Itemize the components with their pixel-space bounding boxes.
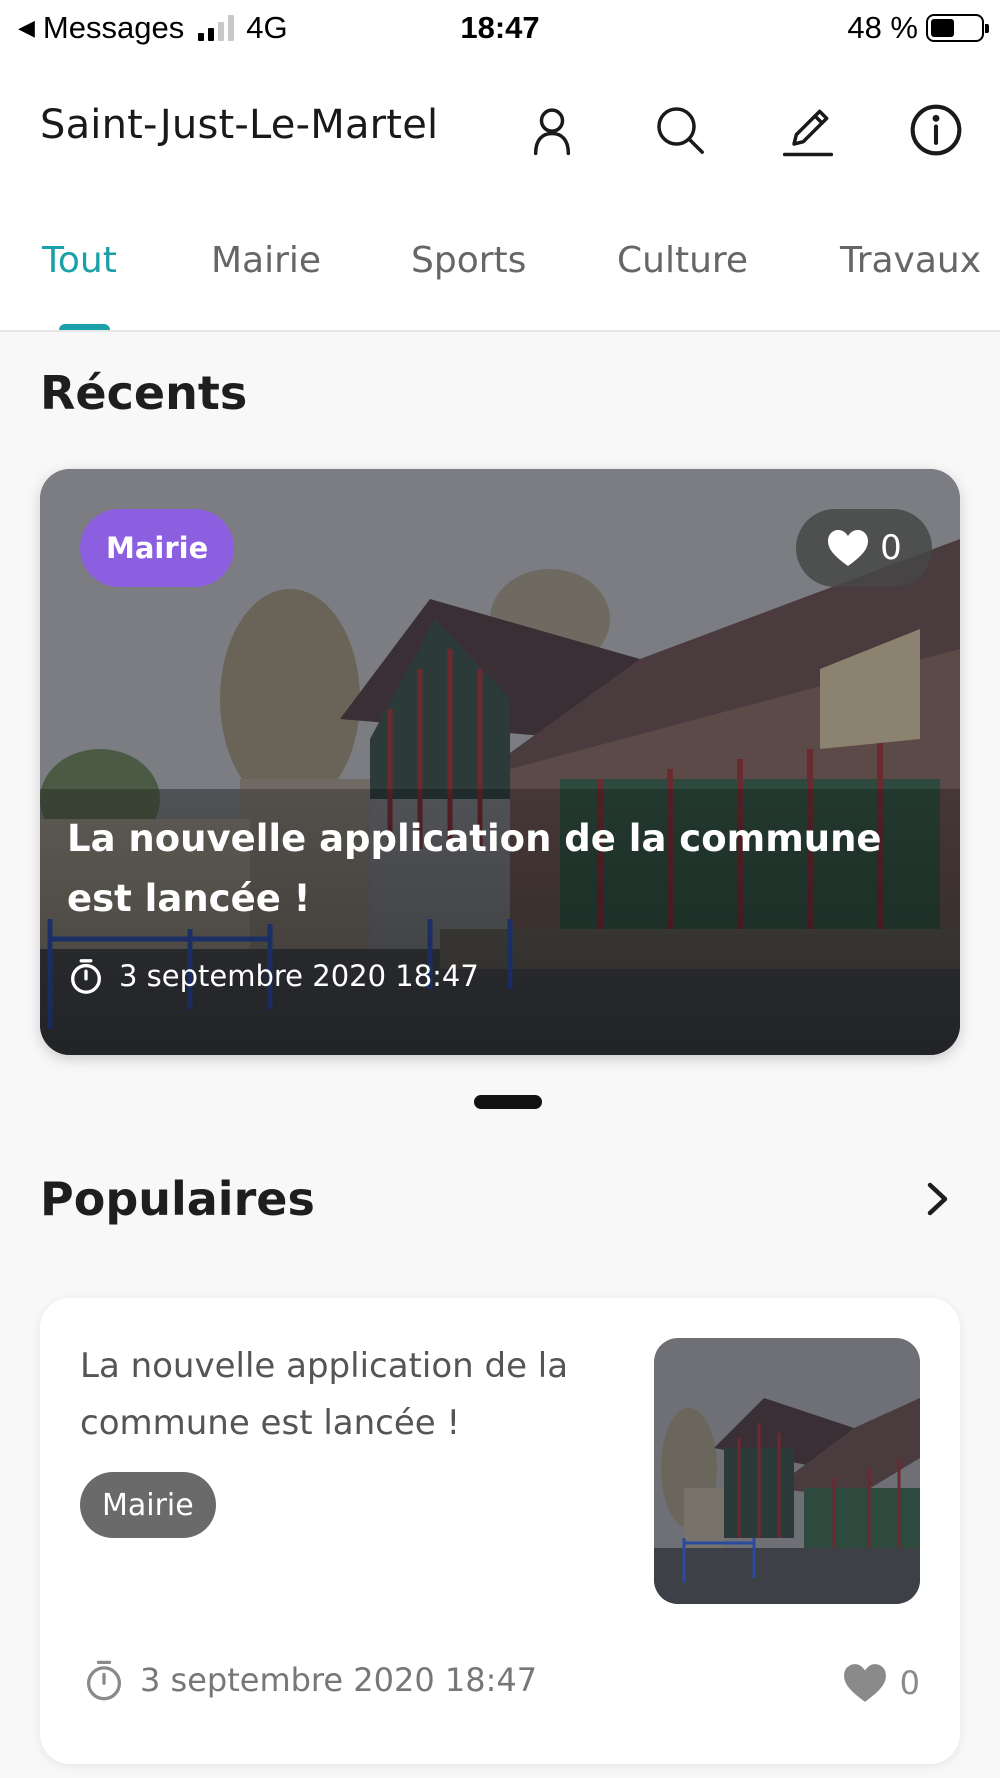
search-icon[interactable] [650, 100, 710, 160]
heart-icon [828, 530, 869, 566]
popular-category-badge[interactable]: Mairie [80, 1472, 216, 1538]
tab-travaux[interactable]: Travaux [840, 240, 981, 281]
article-title: La nouvelle application de la commune es… [67, 817, 882, 920]
chevron-right-icon[interactable] [914, 1176, 960, 1222]
like-count: 0 [880, 528, 902, 568]
recents-heading: Récents [40, 366, 248, 420]
recent-article-card[interactable]: Mairie 0 La nouvelle application de la c… [40, 469, 960, 1055]
popular-article-date-text: 3 septembre 2020 18:47 [140, 1661, 538, 1699]
popular-article-card[interactable]: La nouvelle application de la commune es… [40, 1298, 960, 1764]
status-bar: ◀ Messages 4G 18:47 48 % [0, 0, 1000, 58]
app-header: Saint-Just-Le-Martel [0, 58, 1000, 208]
tab-sports[interactable]: Sports [411, 240, 526, 281]
status-right: 48 % [847, 10, 989, 46]
tab-mairie[interactable]: Mairie [211, 240, 321, 281]
heart-icon [843, 1664, 886, 1702]
timer-icon [71, 959, 101, 994]
timer-icon [86, 1660, 122, 1701]
tab-active-indicator [59, 324, 110, 330]
popular-article-date: 3 septembre 2020 18:47 [82, 1658, 537, 1702]
tab-tout[interactable]: Tout [42, 240, 117, 281]
tab-culture[interactable]: Culture [617, 240, 748, 281]
like-button[interactable]: 0 [796, 509, 932, 587]
popular-article-thumbnail [654, 1338, 920, 1604]
info-icon[interactable] [906, 100, 966, 160]
user-icon[interactable] [522, 100, 582, 160]
article-date-text: 3 septembre 2020 18:47 [119, 959, 479, 993]
carousel-indicator [474, 1095, 542, 1109]
pencil-icon[interactable] [778, 100, 838, 160]
popular-like-button[interactable]: 0 [842, 1662, 920, 1704]
battery-percent: 48 % [847, 10, 918, 45]
category-badge[interactable]: Mairie [80, 509, 235, 587]
popular-article-title: La nouvelle application de la commune es… [80, 1346, 569, 1443]
article-date: 3 septembre 2020 18:47 [67, 957, 479, 995]
app-title: Saint-Just-Le-Martel [40, 102, 439, 148]
battery-icon [926, 14, 989, 42]
category-tabs: Tout Mairie Sports Culture Travaux [0, 208, 1000, 332]
popular-like-count: 0 [899, 1664, 920, 1702]
popular-heading: Populaires [40, 1172, 315, 1226]
